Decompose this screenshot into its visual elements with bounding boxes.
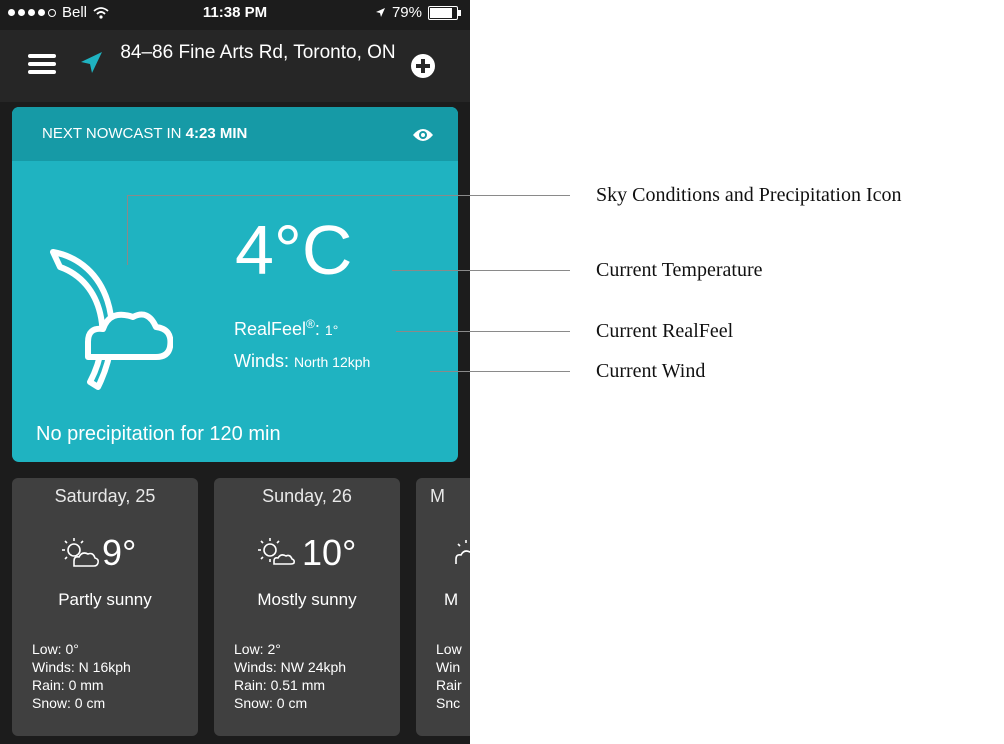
forecast-day: M [430,486,445,506]
forecast-details: Low: 0° Winds: N 16kph Rain: 0 mm Snow: … [32,640,131,712]
next-nowcast-label: NEXT NOWCAST IN [42,125,182,142]
location-services-icon [375,8,385,17]
forecast-temp: 9° [102,532,137,573]
forecast-details: Low Win Rair Snc [436,640,462,712]
forecast-snow: Snc [436,695,461,711]
status-bar: Bell 11:38 PM 79% [0,0,470,26]
next-nowcast: NEXT NOWCAST IN 4:23 MIN [42,125,247,142]
realfeel-mark: ® [306,317,315,331]
realfeel-sep: : [314,319,320,339]
forecast-condition: Mostly sunny [257,590,357,609]
forecast-low: Low: 0° [32,641,79,657]
location-arrow-icon [81,52,102,73]
partly-sunny-icon [62,538,99,567]
current-realfeel: RealFeel®: 1° [234,317,338,340]
forecast-snow: Snow: 0 cm [234,695,308,711]
nowcast-card[interactable]: NEXT NOWCAST IN 4:23 MIN 4°C RealFeel®: … [12,107,458,462]
forecast-low: Low: 2° [234,641,281,657]
current-temperature: 4°C [235,211,353,289]
forecast-rain: Rain: 0 mm [32,677,104,693]
eye-icon[interactable] [412,127,434,143]
battery-icon [428,5,461,20]
annotation-temperature: Current Temperature [596,259,763,281]
precipitation-text: No precipitation for 120 min [36,423,281,445]
sky-leader-drop [127,195,129,265]
realfeel-label: RealFeel [234,319,307,339]
forecast-card-saturday[interactable]: Saturday, 25 9° Partly sunny Low: 0° Win… [12,478,198,736]
winds-label: Winds: [234,351,290,371]
forecast-winds: Winds: NW 24kph [234,659,347,675]
next-nowcast-time: 4:23 MIN [185,125,248,142]
partly-sunny-icon [455,540,470,564]
hamburger-icon[interactable] [28,54,56,74]
add-icon[interactable] [411,54,435,78]
forecast-card-sunday[interactable]: Sunday, 26 10° Mostly sunny Low: 2° Wind… [214,478,400,736]
forecast-rain: Rair [436,677,462,693]
forecast-snow: Snow: 0 cm [32,695,106,711]
forecast-card-monday[interactable]: M M Low Win Rair Snc [416,478,470,736]
nowcast-header: NEXT NOWCAST IN 4:23 MIN [12,107,458,161]
forecast-details: Low: 2° Winds: NW 24kph Rain: 0.51 mm Sn… [234,640,346,712]
forecast-condition: Partly sunny [58,590,152,609]
annotation-realfeel: Current RealFeel [596,320,734,342]
forecast-rain: Rain: 0.51 mm [234,677,326,693]
moon-cloud-icon [50,249,173,390]
phone-screen: Bell 11:38 PM 79% 84–86 Fine Arts Rd, To… [0,0,470,744]
forecast-low: Low [436,641,462,657]
battery-percent: 79% [391,4,422,21]
mostly-sunny-icon [258,538,296,565]
forecast-winds: Win [436,659,461,675]
forecast-day: Sunday, 26 [262,486,352,506]
forecast-temp: 10° [302,532,357,573]
forecast-winds: Winds: N 16kph [32,659,131,675]
app-header: 84–86 Fine Arts Rd, Toronto, ON [0,30,470,102]
winds-value: North 12kph [294,354,371,370]
current-wind: Winds: North 12kph [234,351,370,372]
annotation-wind: Current Wind [596,360,706,382]
realfeel-value: 1° [324,322,339,338]
location-title[interactable]: 84–86 Fine Arts Rd, Toronto, ON [118,42,398,64]
realfeel-leader-line [396,331,570,333]
wind-leader-line [430,371,570,373]
sky-leader-line [128,195,570,197]
forecast-condition: M [444,590,459,609]
temp-leader-line [392,270,570,272]
forecast-day: Saturday, 25 [54,486,156,506]
annotation-sky: Sky Conditions and Precipitation Icon [596,184,902,206]
